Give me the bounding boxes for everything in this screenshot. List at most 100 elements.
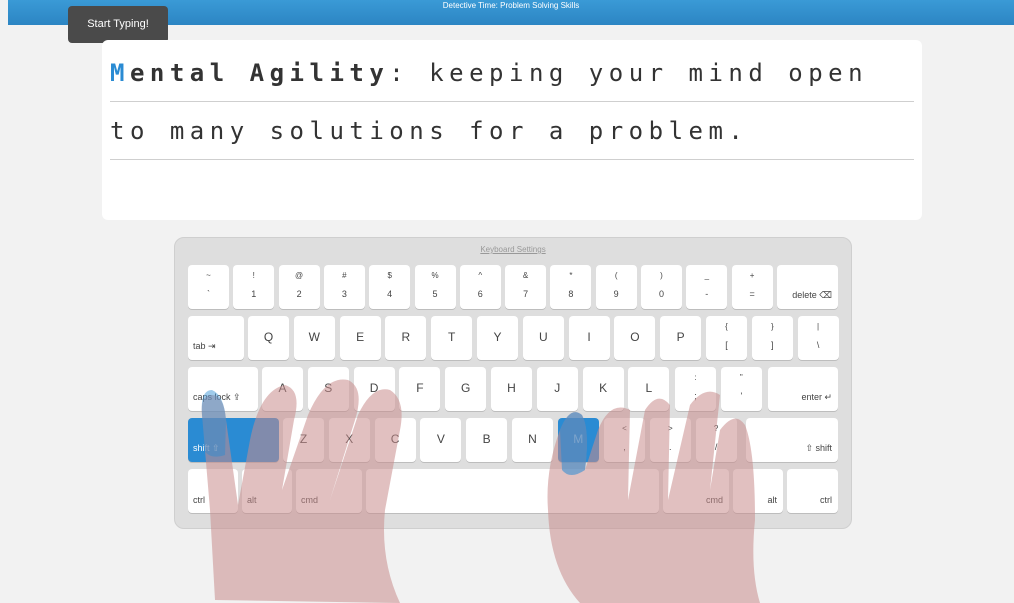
key-7[interactable]: & 7	[505, 265, 547, 309]
key-label: G	[461, 381, 471, 395]
key-label: E	[356, 330, 365, 344]
space-bar[interactable]	[366, 469, 659, 513]
key-n[interactable]: N	[512, 418, 553, 462]
ctrl-left-key[interactable]: ctrl	[188, 469, 238, 513]
delete-key[interactable]: delete ⌫	[777, 265, 838, 309]
key-top-label: :	[694, 373, 697, 382]
key-bottom-label: =	[749, 289, 755, 299]
key-symbol[interactable]: ~ `	[188, 265, 229, 309]
key-top-label: }	[770, 322, 774, 331]
key-bottom-label: 4	[387, 289, 393, 299]
key-bottom-label: 5	[432, 289, 438, 299]
key-bottom-label: 8	[568, 289, 574, 299]
key-c[interactable]: C	[374, 418, 416, 462]
key-slash[interactable]: ? /	[695, 418, 737, 462]
key-4[interactable]: $4	[369, 265, 411, 309]
key-top-label: #	[342, 271, 347, 280]
key-p[interactable]: P	[660, 316, 702, 360]
key-6[interactable]: ^ 6	[459, 265, 501, 309]
key-label: W	[308, 330, 320, 344]
key-5[interactable]: % 5	[414, 265, 456, 309]
key-top-label: ^	[478, 271, 483, 280]
key-top-label: |	[817, 322, 820, 331]
lesson-text-panel: Mental Agility: keeping your mind open t…	[102, 40, 922, 220]
key-x[interactable]: X	[328, 418, 370, 462]
key-z[interactable]: Z	[283, 418, 324, 462]
key-1[interactable]: ! 1	[233, 265, 275, 309]
key-period[interactable]: >.	[649, 418, 691, 462]
start-typing-tooltip: Start Typing!	[68, 6, 168, 50]
key-symbol[interactable]: _ -	[686, 265, 728, 309]
key-label: M	[573, 432, 584, 446]
key-bottom-label: [	[725, 340, 728, 350]
alt-left-key[interactable]: alt	[242, 469, 292, 513]
key-top-label: )	[660, 271, 663, 280]
key-0[interactable]: ) 0	[641, 265, 682, 309]
caps-lock-key[interactable]: caps lock ⇪	[188, 367, 258, 411]
key-top-label: _	[704, 271, 710, 280]
lesson-term: ental Agility	[129, 59, 390, 87]
ctrl-right-key[interactable]: ctrl	[787, 469, 838, 513]
key-t[interactable]: T	[431, 316, 473, 360]
key-label: Y	[493, 330, 502, 344]
key-backslash[interactable]: | \	[797, 316, 839, 360]
key-label: cmd	[705, 495, 723, 505]
key-d[interactable]: D	[353, 367, 395, 411]
key-j[interactable]: J	[536, 367, 578, 411]
key-semicolon[interactable]: :;	[675, 367, 716, 411]
key-bottom-label: 7	[523, 289, 529, 299]
key-w[interactable]: W	[293, 316, 335, 360]
key-top-label: ?	[713, 424, 719, 433]
cmd-left-key[interactable]: cmd	[296, 469, 362, 513]
key-8[interactable]: * 8	[550, 265, 592, 309]
keyboard-settings-link[interactable]: Keyboard Settings	[175, 245, 851, 254]
key-bottom-label: .	[669, 442, 672, 452]
key-label: Q	[263, 330, 274, 344]
key-f[interactable]: F	[399, 367, 441, 411]
key-g[interactable]: G	[445, 367, 487, 411]
key-a[interactable]: A	[262, 367, 303, 411]
key-open-brace[interactable]: {[	[706, 316, 747, 360]
key-h[interactable]: H	[491, 367, 532, 411]
key-k[interactable]: K	[582, 367, 624, 411]
key-top-label: *	[569, 271, 573, 280]
key-9[interactable]: (9	[595, 265, 637, 309]
key-label: V	[436, 432, 445, 446]
key-u[interactable]: U	[522, 316, 564, 360]
key-o[interactable]: O	[614, 316, 656, 360]
key-close-brace[interactable]: }]	[751, 316, 793, 360]
cmd-right-key[interactable]: cmd	[663, 469, 729, 513]
key-v[interactable]: V	[420, 418, 462, 462]
enter-key[interactable]: enter ↵	[768, 367, 838, 411]
key-s[interactable]: S	[307, 367, 349, 411]
tab-key[interactable]: tab ⇥	[188, 316, 244, 360]
key-i[interactable]: I	[568, 316, 610, 360]
key-m[interactable]: M	[557, 418, 599, 462]
key-l[interactable]: L	[628, 367, 670, 411]
key-label: cmd	[301, 495, 319, 505]
key-label: A	[278, 381, 287, 395]
key-symbol[interactable]: + =	[731, 265, 773, 309]
on-screen-keyboard: Keyboard Settings ~ `! 1 @2 #3 $4% 5 ^ 6 & 7 * 8(9) 0…	[174, 237, 852, 529]
key-bottom-label: 0	[658, 289, 664, 299]
shift-left-key[interactable]: shift ⇧	[188, 418, 279, 462]
key-label: shift ⇧	[193, 443, 220, 453]
shift-right-key[interactable]: ⇧ shift	[746, 418, 838, 462]
key-bottom-label: 9	[613, 289, 619, 299]
key-quote[interactable]: " '	[720, 367, 762, 411]
alt-right-key[interactable]: alt	[733, 469, 783, 513]
key-label: caps lock ⇪	[193, 392, 241, 402]
key-b[interactable]: B	[466, 418, 508, 462]
key-q[interactable]: Q	[248, 316, 289, 360]
key-y[interactable]: Y	[477, 316, 518, 360]
key-3[interactable]: #3	[323, 265, 365, 309]
key-e[interactable]: E	[339, 316, 381, 360]
lesson-line-2: to many solutions for a problem.	[110, 101, 914, 160]
key-r[interactable]: R	[385, 316, 427, 360]
key-comma[interactable]: <,	[604, 418, 645, 462]
key-bottom-label: ;	[694, 391, 697, 401]
key-label: D	[369, 381, 379, 395]
key-2[interactable]: @2	[278, 265, 320, 309]
key-label: delete ⌫	[792, 290, 832, 300]
key-top-label: !	[252, 271, 255, 280]
